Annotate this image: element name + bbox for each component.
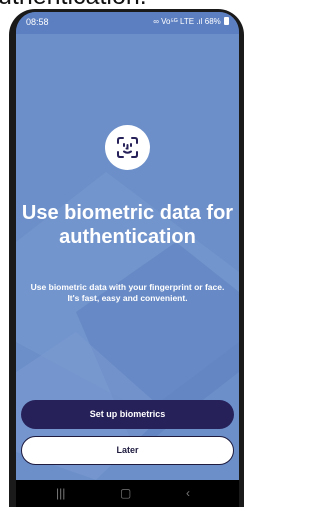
recents-icon[interactable]: |||: [56, 486, 65, 500]
signal-text: Vo⁵ᴳ LTE .ıl: [161, 17, 203, 26]
navigation-bar: ||| ▢ ‹: [16, 480, 239, 507]
link-icon: ∞: [153, 17, 159, 26]
home-icon[interactable]: ▢: [120, 486, 131, 500]
page-title: Use biometric data for authentication: [21, 202, 234, 248]
battery-percent: 68%: [204, 17, 221, 26]
back-icon[interactable]: ‹: [186, 486, 190, 500]
status-bar: 08:58 ∞ Vo⁵ᴳ LTE .ıl 68%: [16, 12, 239, 34]
status-time: 08:58: [26, 17, 49, 27]
battery-icon: [224, 17, 229, 25]
later-button[interactable]: Later: [21, 436, 234, 465]
face-scan-icon-circle: [105, 125, 150, 170]
background-pattern: [16, 172, 239, 480]
set-up-biometrics-button[interactable]: Set up biometrics: [21, 400, 234, 429]
description-text: Use biometric data with your fingerprint…: [30, 282, 225, 303]
status-icons: ∞ Vo⁵ᴳ LTE .ıl 68%: [153, 17, 229, 26]
face-scan-icon: [117, 137, 138, 158]
app-screen: 08:58 ∞ Vo⁵ᴳ LTE .ıl 68% Use biometric d…: [16, 12, 239, 507]
